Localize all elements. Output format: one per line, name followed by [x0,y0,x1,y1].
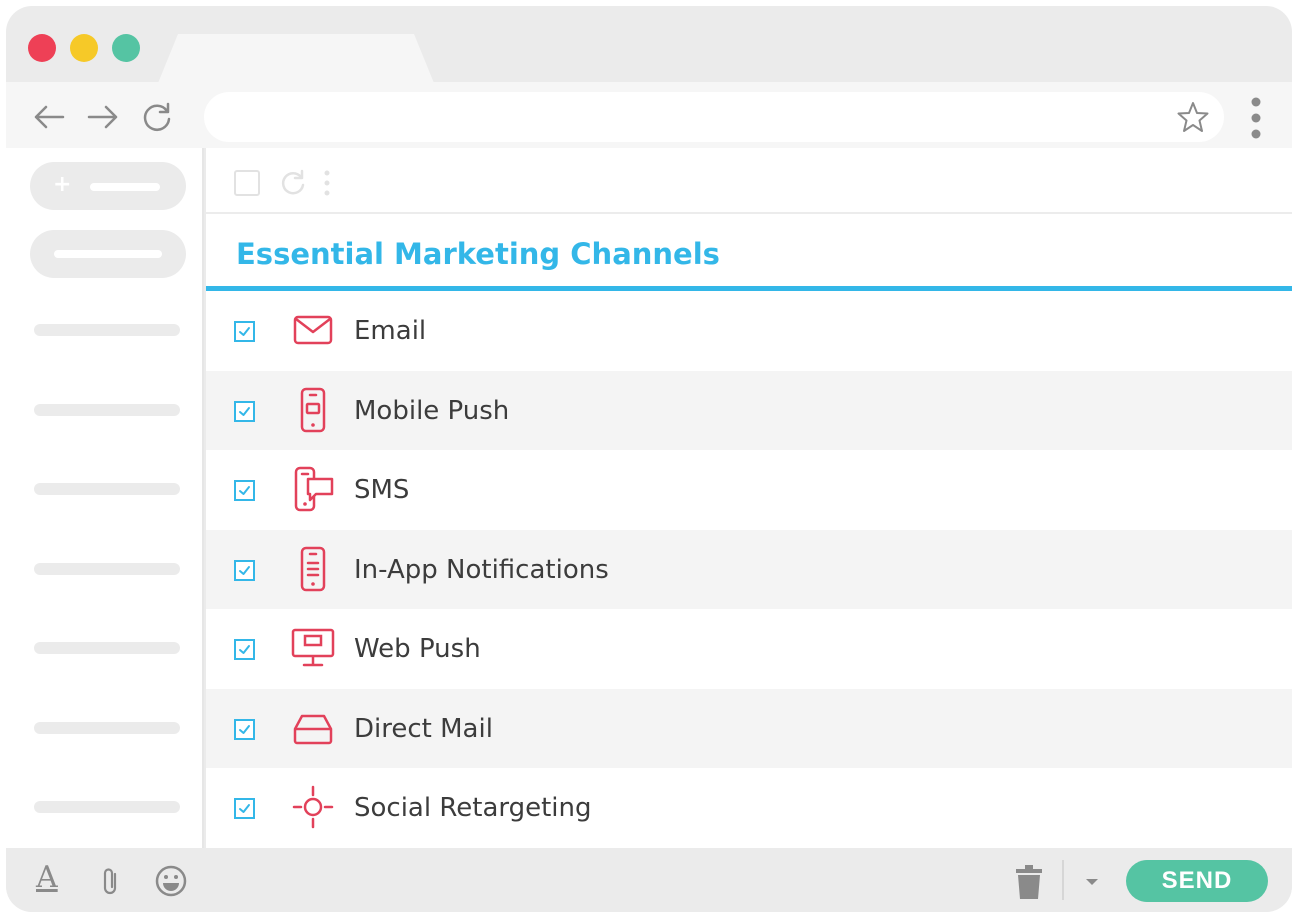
channel-label: Direct Mail [354,713,493,744]
channel-row-email[interactable]: Email [206,291,1292,371]
phone-notification-icon [300,546,326,591]
plus-icon: + [53,172,72,197]
channel-label: Web Push [354,634,481,664]
minimize-window-button[interactable] [70,34,98,62]
sidebar-item[interactable] [34,642,180,654]
sidebar-folder-active[interactable] [30,230,186,278]
checkbox-checked[interactable] [234,400,255,422]
checkmark-icon [239,804,250,813]
mailbox-tray-icon [293,714,333,744]
compose-label-placeholder [90,183,160,191]
refresh-icon[interactable] [278,168,308,198]
chevron-down-icon[interactable] [1082,872,1102,892]
text-format-icon[interactable]: A [36,858,58,898]
channel-list: Email Mobile Push SMS In-App Notificatio… [206,291,1292,848]
checkbox-checked[interactable] [234,798,255,819]
close-window-button[interactable] [28,34,56,62]
sidebar-item[interactable] [34,483,180,495]
checkbox-checked[interactable] [234,321,255,342]
sidebar-item[interactable] [34,404,180,416]
address-bar[interactable] [204,92,1224,142]
channel-row-social-retargeting[interactable]: Social Retargeting [206,768,1292,848]
checkmark-icon [239,565,250,575]
browser-tab[interactable] [156,34,436,88]
checkbox-checked[interactable] [234,639,255,660]
forward-arrow-icon[interactable] [86,100,120,134]
channel-row-direct-mail[interactable]: Direct Mail [206,688,1292,768]
emoji-smiley-icon[interactable] [154,864,188,898]
message-pane: Essential Marketing Channels Email Mobil… [206,148,1292,848]
checkmark-icon [239,327,250,336]
browser-window: + Essential Marketing Channels Email Mob… [6,6,1292,912]
select-all-checkbox[interactable] [234,170,260,196]
envelope-icon [293,315,333,345]
footer-divider [1062,860,1064,900]
back-arrow-icon[interactable] [32,100,66,134]
phone-message-icon [294,466,334,512]
channel-label: Social Retargeting [354,793,592,823]
send-button[interactable]: SEND [1126,860,1268,902]
desktop-monitor-icon [291,628,335,667]
channel-row-web-push[interactable]: Web Push [206,609,1292,689]
paperclip-icon[interactable] [94,864,128,898]
folder-label-placeholder [54,250,162,258]
channel-label: In-App Notifications [354,554,609,585]
browser-toolbar [6,82,1292,148]
channel-row-sms[interactable]: SMS [206,450,1292,530]
target-crosshair-icon [292,785,334,829]
reload-icon[interactable] [140,100,174,134]
message-subject: Essential Marketing Channels [236,237,720,271]
compose-footer: A SEND [6,848,1292,912]
checkmark-icon [239,486,250,495]
sidebar-item[interactable] [34,722,180,734]
checkmark-icon [239,645,250,654]
channel-label: SMS [354,475,410,505]
sidebar-item[interactable] [34,563,180,575]
sidebar-item[interactable] [34,324,180,336]
checkbox-checked[interactable] [234,480,255,501]
channel-label: Mobile Push [354,395,510,426]
checkbox-checked[interactable] [234,718,255,740]
checkbox-checked[interactable] [234,559,255,581]
more-vertical-icon[interactable] [1248,96,1264,140]
compose-button[interactable]: + [30,162,186,210]
channel-row-in-app-notifications[interactable]: In-App Notifications [206,529,1292,609]
checkmark-icon [239,724,250,734]
sidebar-item[interactable] [34,801,180,813]
mobile-phone-icon [300,387,326,432]
checkmark-icon [239,406,250,416]
channel-label: Email [354,316,427,346]
trash-icon[interactable] [1014,864,1044,900]
channel-row-mobile-push[interactable]: Mobile Push [206,370,1292,450]
maximize-window-button[interactable] [112,34,140,62]
star-icon[interactable] [1176,100,1210,134]
message-actions-bar [206,148,1292,214]
more-vertical-icon[interactable] [322,168,332,198]
mail-sidebar: + [6,148,204,848]
